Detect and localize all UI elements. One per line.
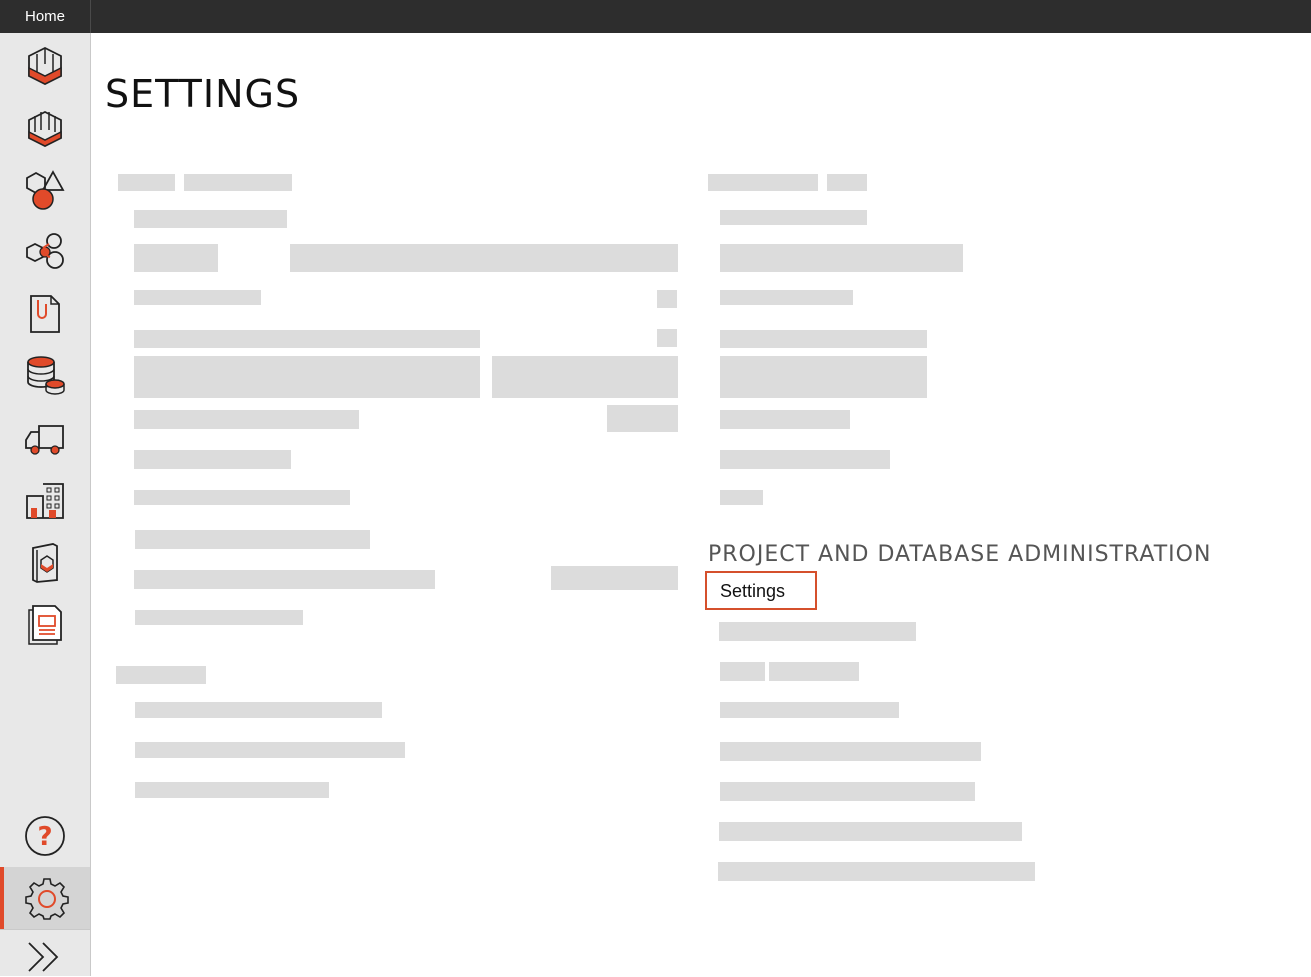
- redacted-button[interactable]: [607, 405, 678, 432]
- documents-icon[interactable]: [20, 289, 70, 339]
- redacted-group-heading: [118, 174, 175, 191]
- redacted-link[interactable]: [720, 782, 975, 801]
- redacted-link[interactable]: [135, 782, 329, 798]
- redacted-input[interactable]: [290, 244, 678, 272]
- redacted-link[interactable]: [720, 290, 853, 305]
- redacted-input[interactable]: [134, 356, 480, 398]
- settings-link[interactable]: Settings: [705, 571, 817, 610]
- page-title: SETTINGS: [105, 72, 301, 116]
- redacted-link[interactable]: [134, 490, 350, 505]
- redacted-group-heading: [184, 174, 292, 191]
- redacted-group-heading: [827, 174, 867, 191]
- redacted-group-heading: [708, 174, 818, 191]
- expand-chevrons-icon[interactable]: [20, 937, 70, 977]
- redacted-link[interactable]: [134, 330, 480, 348]
- redacted-link[interactable]: [134, 410, 359, 429]
- redacted-group-heading: [116, 666, 206, 684]
- redacted-link[interactable]: [134, 290, 261, 305]
- redacted-link[interactable]: [135, 742, 405, 758]
- svg-text:?: ?: [37, 822, 52, 852]
- objects-icon[interactable]: [20, 165, 70, 215]
- relations-icon[interactable]: [20, 227, 70, 277]
- redacted-link[interactable]: [719, 822, 1022, 841]
- redacted-input[interactable]: [492, 356, 678, 398]
- home-tab[interactable]: Home: [0, 0, 91, 33]
- redacted-link[interactable]: [720, 702, 899, 718]
- redacted-link[interactable]: [135, 610, 303, 625]
- redacted-link[interactable]: [135, 530, 370, 549]
- redacted-link[interactable]: [720, 410, 850, 429]
- redacted-input[interactable]: [720, 244, 963, 272]
- top-bar: Home: [0, 0, 1311, 33]
- redacted-link[interactable]: [718, 862, 1035, 881]
- redacted-label: [134, 244, 218, 272]
- buildings-icon[interactable]: [20, 475, 70, 525]
- redacted-checkbox[interactable]: [657, 290, 677, 308]
- redacted-link[interactable]: [719, 622, 916, 641]
- redacted-input[interactable]: [720, 356, 927, 398]
- redacted-link[interactable]: [135, 702, 382, 718]
- redacted-link[interactable]: [720, 450, 890, 469]
- settings-gear-icon[interactable]: [0, 867, 90, 929]
- redacted-link[interactable]: [134, 210, 287, 228]
- catalog-icon[interactable]: [20, 537, 70, 587]
- redacted-link[interactable]: [720, 662, 765, 681]
- redacted-link[interactable]: [720, 490, 763, 505]
- redacted-link[interactable]: [769, 662, 859, 681]
- redacted-link[interactable]: [720, 210, 867, 225]
- sidebar: ?: [0, 33, 91, 976]
- delivery-truck-icon[interactable]: [20, 413, 70, 463]
- redacted-link[interactable]: [134, 450, 291, 469]
- redacted-link[interactable]: [720, 330, 927, 348]
- help-icon[interactable]: ?: [20, 811, 70, 861]
- multi-model-icon[interactable]: [20, 103, 70, 153]
- single-model-icon[interactable]: [20, 41, 70, 91]
- redacted-checkbox[interactable]: [657, 329, 677, 347]
- redacted-link[interactable]: [134, 570, 435, 589]
- database-icon[interactable]: [20, 351, 70, 401]
- redacted-link[interactable]: [720, 742, 981, 761]
- redacted-button[interactable]: [551, 566, 678, 590]
- sidebar-divider: [0, 929, 90, 930]
- reports-icon[interactable]: [20, 599, 70, 649]
- admin-section-heading: PROJECT AND DATABASE ADMINISTRATION: [708, 542, 1212, 567]
